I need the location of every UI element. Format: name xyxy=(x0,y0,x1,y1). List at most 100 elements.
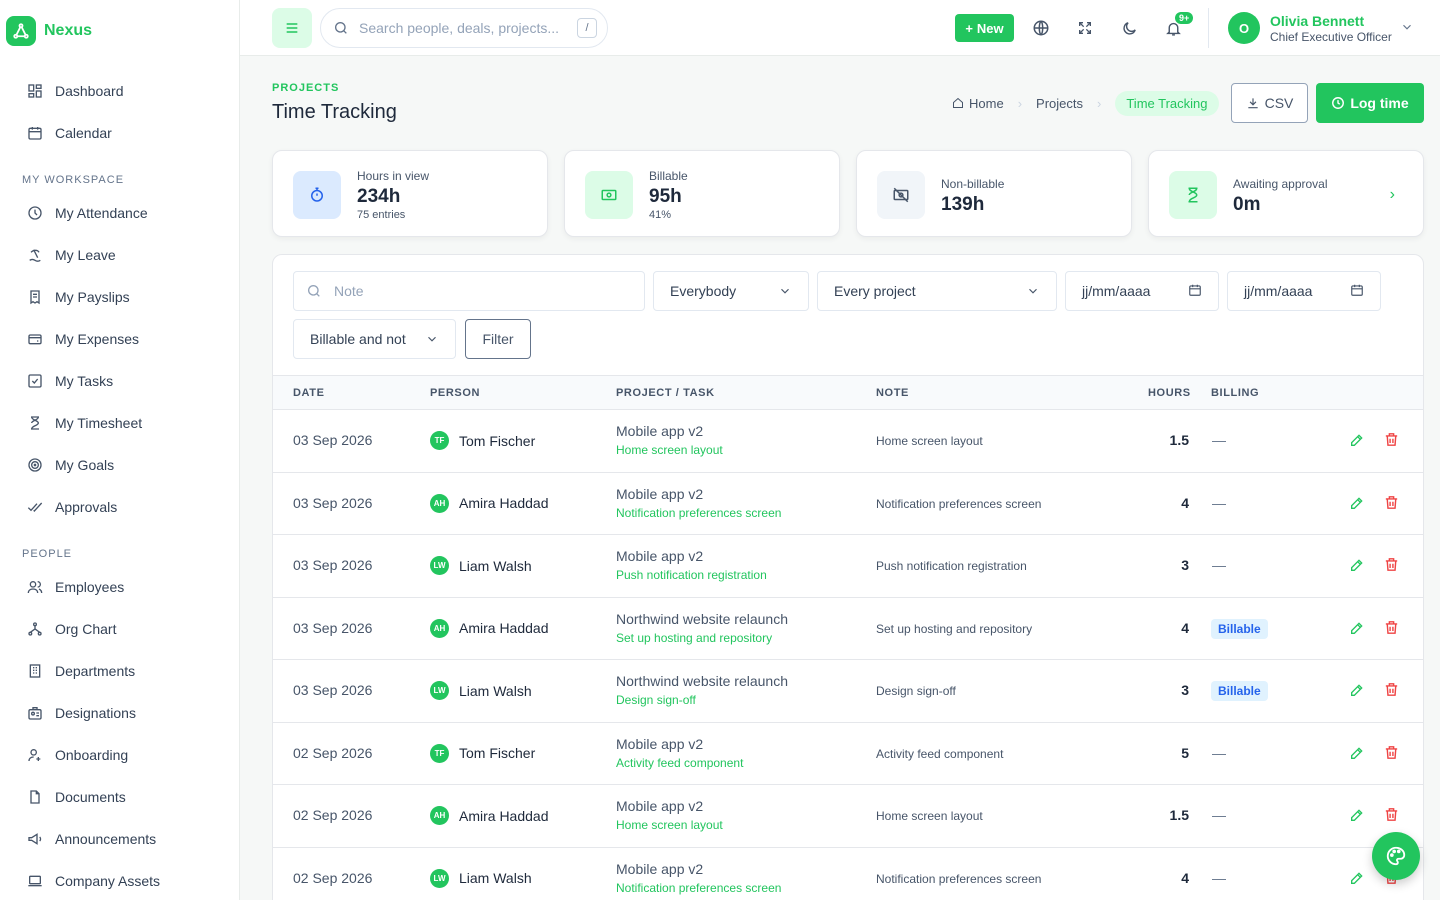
entry-task[interactable]: Notification preferences screen xyxy=(616,881,781,895)
brand[interactable]: Nexus xyxy=(6,16,92,46)
note-search-field[interactable]: Note xyxy=(293,271,645,311)
topbar: / + New 9+ O Olivia Bennett Chief Execut… xyxy=(240,0,1440,56)
table-row[interactable]: 03 Sep 2026 LW Liam Walsh Mobile app v2 … xyxy=(273,535,1423,598)
edit-icon[interactable] xyxy=(1349,870,1365,891)
chevron-down-icon[interactable] xyxy=(1400,20,1414,39)
table-row[interactable]: 03 Sep 2026 LW Liam Walsh Northwind webs… xyxy=(273,660,1423,723)
table-row[interactable]: 03 Sep 2026 TF Tom Fischer Mobile app v2… xyxy=(273,410,1423,473)
entry-person[interactable]: TF Tom Fischer xyxy=(430,431,535,450)
entry-project[interactable]: Northwind website relaunch xyxy=(616,673,788,689)
language-button[interactable] xyxy=(1021,8,1061,48)
export-csv-button[interactable]: CSV xyxy=(1231,83,1308,123)
entry-task[interactable]: Home screen layout xyxy=(616,818,723,832)
sidebar-item-company-assets[interactable]: Company Assets xyxy=(0,860,239,900)
trash-icon[interactable] xyxy=(1383,619,1400,641)
global-search[interactable]: / xyxy=(320,8,608,48)
log-time-button[interactable]: Log time xyxy=(1316,83,1424,123)
sidebar-item-employees[interactable]: Employees xyxy=(0,566,239,608)
edit-icon[interactable] xyxy=(1349,807,1365,828)
entry-task[interactable]: Design sign-off xyxy=(616,693,696,707)
stat-card-awaiting-approval[interactable]: Awaiting approval 0m › xyxy=(1148,150,1424,237)
date-from-field[interactable]: jj/mm/aaaa xyxy=(1065,271,1219,311)
edit-icon[interactable] xyxy=(1349,557,1365,578)
column-header-date[interactable]: DATE xyxy=(293,387,325,399)
entry-person[interactable]: AH Amira Haddad xyxy=(430,806,549,825)
sidebar-item-dashboard[interactable]: Dashboard xyxy=(0,70,239,112)
sidebar-item-label: Dashboard xyxy=(55,83,124,99)
entry-project[interactable]: Mobile app v2 xyxy=(616,548,703,564)
entry-project[interactable]: Mobile app v2 xyxy=(616,486,703,502)
sidebar-item-my-leave[interactable]: My Leave xyxy=(0,234,239,276)
theme-palette-fab[interactable] xyxy=(1372,832,1420,880)
column-header-billing[interactable]: BILLING xyxy=(1211,387,1259,399)
trash-icon[interactable] xyxy=(1383,681,1400,703)
log-time-label: Log time xyxy=(1350,95,1409,111)
search-input[interactable] xyxy=(359,20,569,36)
column-header-note[interactable]: NOTE xyxy=(876,387,909,399)
menu-toggle-button[interactable] xyxy=(272,8,312,48)
sidebar-item-my-payslips[interactable]: My Payslips xyxy=(0,276,239,318)
table-row[interactable]: 03 Sep 2026 AH Amira Haddad Northwind we… xyxy=(273,598,1423,660)
edit-icon[interactable] xyxy=(1349,432,1365,453)
sidebar-item-onboarding[interactable]: Onboarding xyxy=(0,734,239,776)
table-row[interactable]: 02 Sep 2026 LW Liam Walsh Mobile app v2 … xyxy=(273,848,1423,900)
table-row[interactable]: 02 Sep 2026 AH Amira Haddad Mobile app v… xyxy=(273,785,1423,848)
trash-icon[interactable] xyxy=(1383,431,1400,453)
trash-icon[interactable] xyxy=(1383,494,1400,516)
breadcrumb-home[interactable]: Home xyxy=(952,96,1004,111)
sidebar-item-my-timesheet[interactable]: My Timesheet xyxy=(0,402,239,444)
sidebar-item-approvals[interactable]: Approvals xyxy=(0,486,239,528)
sidebar-item-announcements[interactable]: Announcements xyxy=(0,818,239,860)
date-to-field[interactable]: jj/mm/aaaa xyxy=(1227,271,1381,311)
user-name[interactable]: Olivia Bennett xyxy=(1270,13,1364,29)
column-header-hours[interactable]: HOURS xyxy=(1148,387,1191,399)
trash-icon[interactable] xyxy=(1383,744,1400,766)
entry-project[interactable]: Mobile app v2 xyxy=(616,423,703,439)
person-select[interactable]: Everybody xyxy=(653,271,809,311)
column-header-person[interactable]: PERSON xyxy=(430,387,480,399)
entry-project[interactable]: Northwind website relaunch xyxy=(616,611,788,627)
entry-task[interactable]: Activity feed component xyxy=(616,756,743,770)
breadcrumb-projects[interactable]: Projects xyxy=(1036,96,1083,111)
entry-person[interactable]: AH Amira Haddad xyxy=(430,493,549,513)
table-row[interactable]: 02 Sep 2026 TF Tom Fischer Mobile app v2… xyxy=(273,723,1423,785)
entry-person[interactable]: TF Tom Fischer xyxy=(430,743,535,763)
billing-select[interactable]: Billable and not xyxy=(293,319,456,359)
entry-project[interactable]: Mobile app v2 xyxy=(616,798,703,814)
sidebar-item-my-tasks[interactable]: My Tasks xyxy=(0,360,239,402)
edit-icon[interactable] xyxy=(1349,745,1365,766)
entry-person[interactable]: LW Liam Walsh xyxy=(430,681,532,700)
sidebar-item-documents[interactable]: Documents xyxy=(0,776,239,818)
entry-project[interactable]: Mobile app v2 xyxy=(616,736,703,752)
sidebar-item-my-goals[interactable]: My Goals xyxy=(0,444,239,486)
new-button[interactable]: + New xyxy=(955,14,1014,42)
edit-icon[interactable] xyxy=(1349,620,1365,641)
entry-person[interactable]: LW Liam Walsh xyxy=(430,868,532,888)
sidebar-item-calendar[interactable]: Calendar xyxy=(0,112,239,154)
entry-task[interactable]: Set up hosting and repository xyxy=(616,631,772,645)
chevron-right-icon[interactable]: › xyxy=(1390,186,1395,204)
edit-icon[interactable] xyxy=(1349,682,1365,703)
column-header-project[interactable]: PROJECT / TASK xyxy=(616,387,715,399)
fullscreen-button[interactable] xyxy=(1065,8,1105,48)
theme-toggle-button[interactable] xyxy=(1109,8,1149,48)
sidebar-item-designations[interactable]: Designations xyxy=(0,692,239,734)
trash-icon[interactable] xyxy=(1383,806,1400,828)
entry-person[interactable]: AH Amira Haddad xyxy=(430,618,549,638)
avatar[interactable]: O xyxy=(1228,12,1260,44)
entry-person[interactable]: LW Liam Walsh xyxy=(430,556,532,575)
sidebar-item-my-expenses[interactable]: My Expenses xyxy=(0,318,239,360)
table-row[interactable]: 03 Sep 2026 AH Amira Haddad Mobile app v… xyxy=(273,473,1423,535)
sidebar-item-my-attendance[interactable]: My Attendance xyxy=(0,192,239,234)
entry-task[interactable]: Notification preferences screen xyxy=(616,506,781,520)
filter-button[interactable]: Filter xyxy=(465,319,531,359)
trash-icon[interactable] xyxy=(1383,556,1400,578)
sidebar-item-departments[interactable]: Departments xyxy=(0,650,239,692)
entry-task[interactable]: Home screen layout xyxy=(616,443,723,457)
sidebar-item-org-chart[interactable]: Org Chart xyxy=(0,608,239,650)
edit-icon[interactable] xyxy=(1349,495,1365,516)
entry-task[interactable]: Push notification registration xyxy=(616,568,767,582)
project-select[interactable]: Every project xyxy=(817,271,1057,311)
entry-project[interactable]: Mobile app v2 xyxy=(616,861,703,877)
notifications-button[interactable]: 9+ xyxy=(1153,8,1194,48)
